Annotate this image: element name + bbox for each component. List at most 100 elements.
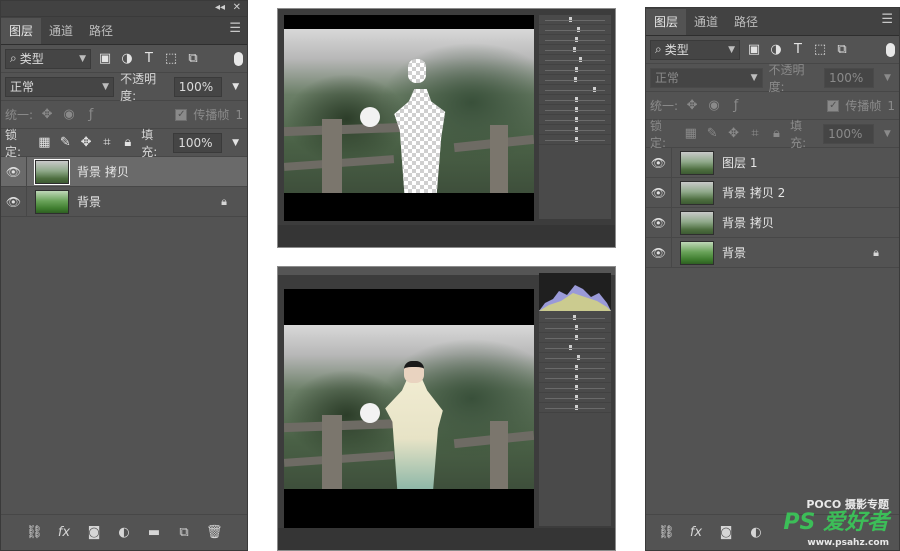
tab-layers[interactable]: 图层 [1, 18, 42, 44]
tab-paths[interactable]: 路径 [726, 9, 766, 35]
link-layers-icon[interactable]: ⛓ [26, 525, 43, 540]
tab-paths[interactable]: 路径 [81, 18, 121, 44]
chevron-down-icon[interactable]: ▼ [228, 135, 243, 151]
layer-thumbnail [680, 210, 714, 235]
preview-photo [284, 29, 534, 193]
chevron-down-icon[interactable]: ▼ [228, 79, 243, 95]
lock-artboard-icon[interactable]: ⌗ [100, 135, 115, 151]
window-footer [278, 528, 615, 550]
new-layer-icon[interactable]: ⧉ [176, 525, 192, 540]
fx-icon[interactable]: fx [56, 525, 72, 540]
filter-kind-value: 类型 [19, 52, 44, 66]
propagate-checkbox[interactable]: ✓ [175, 108, 188, 121]
add-mask-icon[interactable]: ◙ [86, 525, 102, 540]
histogram [539, 273, 611, 311]
fill-input[interactable]: 100% [173, 132, 223, 153]
propagate-checkbox[interactable]: ✓ [827, 99, 840, 112]
fill-label: 填充: [790, 118, 807, 150]
blend-mode-select[interactable]: 正常 ▼ [5, 76, 115, 97]
lock-transparent-icon[interactable]: ▦ [683, 126, 698, 142]
type-filter-icon[interactable]: T [141, 51, 157, 67]
adjustment-filter-icon[interactable]: ◑ [119, 51, 135, 67]
filter-toggle[interactable] [886, 42, 895, 57]
filter-toggle[interactable] [234, 51, 243, 66]
lock-artboard-icon[interactable]: ⌗ [747, 126, 762, 142]
filter-kind-select[interactable]: ⌕ 类型 ▼ [5, 48, 91, 69]
smart-object-filter-icon[interactable]: ⧉ [834, 42, 850, 58]
unify-position-icon[interactable]: ✥ [684, 98, 700, 114]
unify-style-icon[interactable]: ƒ [83, 107, 99, 123]
lock-pixels-icon[interactable]: ✎ [58, 135, 73, 151]
layer-row[interactable]: 👁︎ 背景 拷贝 [1, 157, 247, 187]
adjustment-layer-icon[interactable]: ◐ [116, 525, 132, 540]
panel-top-strip: ◂◂ ✕ [1, 1, 247, 17]
lock-transparent-icon[interactable]: ▦ [37, 135, 52, 151]
eye-icon[interactable]: 👁︎ [646, 148, 672, 177]
lock-icon: 🔒︎ [873, 245, 879, 259]
eye-icon[interactable]: 👁︎ [646, 178, 672, 207]
type-filter-icon[interactable]: T [790, 42, 806, 58]
add-mask-icon[interactable]: ◙ [718, 525, 734, 540]
unify-visibility-icon[interactable]: ◉ [706, 98, 722, 114]
close-icon[interactable]: ✕ [233, 2, 241, 13]
group-folder-icon[interactable]: ▬ [146, 525, 162, 540]
panel-menu-icon[interactable]: ☰ [881, 12, 893, 27]
opacity-label: 不透明度: [768, 62, 805, 94]
adjustment-layer-icon[interactable]: ◐ [748, 525, 764, 540]
lock-position-icon[interactable]: ✥ [79, 135, 94, 151]
layer-name: 背景 [77, 195, 102, 209]
layer-row[interactable]: 👁︎ 图层 1 [646, 148, 899, 178]
unify-position-icon[interactable]: ✥ [39, 107, 55, 123]
smart-object-filter-icon[interactable]: ⧉ [185, 51, 201, 67]
fx-icon[interactable]: fx [688, 525, 704, 540]
blend-mode-select[interactable]: 正常 ▼ [650, 67, 763, 88]
filter-kind-select[interactable]: ⌕ 类型 ▼ [650, 39, 740, 60]
opacity-input[interactable]: 100% [173, 76, 223, 97]
lock-label: 锁定: [5, 127, 22, 159]
camera-raw-window-bottom [277, 266, 616, 551]
unify-style-icon[interactable]: ƒ [728, 98, 744, 114]
tab-channels[interactable]: 通道 [41, 18, 81, 44]
filter-kind-value: 类型 [664, 43, 689, 57]
opacity-value: 100% [828, 70, 864, 85]
blend-row: 正常 ▼ 不透明度: 100% ▼ [1, 72, 247, 103]
eye-icon[interactable]: 👁︎ [646, 238, 672, 267]
lock-all-icon[interactable]: 🔒︎ [769, 126, 784, 142]
blend-row: 正常 ▼ 不透明度: 100% ▼ [646, 62, 899, 94]
shape-filter-icon[interactable]: ⬚ [812, 42, 828, 58]
layer-row[interactable]: 👁︎ 背景 拷贝 [646, 208, 899, 238]
lock-pixels-icon[interactable]: ✎ [704, 126, 719, 142]
shape-filter-icon[interactable]: ⬚ [163, 51, 179, 67]
fill-input[interactable]: 100% [823, 123, 874, 144]
image-filter-icon[interactable]: ▣ [746, 42, 762, 58]
eye-icon[interactable]: 👁︎ [1, 157, 27, 186]
eye-icon[interactable]: 👁︎ [1, 187, 27, 216]
adjustment-filter-icon[interactable]: ◑ [768, 42, 784, 58]
layer-name: 图层 1 [722, 156, 758, 170]
panel-bottom-bar: ⛓ fx ◙ ◐ ▬ ⧉ 🗑︎ [1, 514, 247, 550]
eye-icon[interactable]: 👁︎ [646, 208, 672, 237]
layers-panel-right: 图层 通道 路径 ☰ ⌕ 类型 ▼ ▣ ◑ T ⬚ ⧉ 正常 ▼ 不透明度: 1… [645, 7, 900, 551]
chevron-down-icon[interactable]: ▼ [880, 70, 895, 86]
tab-layers[interactable]: 图层 [646, 9, 687, 35]
preview-photo [284, 325, 534, 489]
panel-menu-icon[interactable]: ☰ [229, 21, 241, 36]
lock-position-icon[interactable]: ✥ [726, 126, 741, 142]
layer-row[interactable]: 👁︎ 背景 🔒︎ [1, 187, 247, 217]
lock-all-icon[interactable]: 🔒︎ [120, 135, 135, 151]
layer-row[interactable]: 👁︎ 背景 拷贝 2 [646, 178, 899, 208]
collapse-icon[interactable]: ◂◂ [215, 2, 225, 13]
layer-row[interactable]: 👁︎ 背景 🔒︎ [646, 238, 899, 268]
chevron-down-icon[interactable]: ▼ [880, 126, 895, 142]
lock-icon: 🔒︎ [221, 194, 227, 208]
unify-visibility-icon[interactable]: ◉ [61, 107, 77, 123]
trash-icon[interactable]: 🗑︎ [206, 525, 223, 540]
search-icon: ⌕ [10, 51, 17, 65]
fill-value: 100% [178, 135, 213, 150]
watermark-ps-logo: PS 爱好者 [783, 510, 889, 535]
link-layers-icon[interactable]: ⛓ [658, 525, 675, 540]
tab-channels[interactable]: 通道 [686, 9, 726, 35]
blend-mode-value: 正常 [655, 71, 680, 85]
opacity-input[interactable]: 100% [823, 67, 874, 88]
image-filter-icon[interactable]: ▣ [97, 51, 113, 67]
